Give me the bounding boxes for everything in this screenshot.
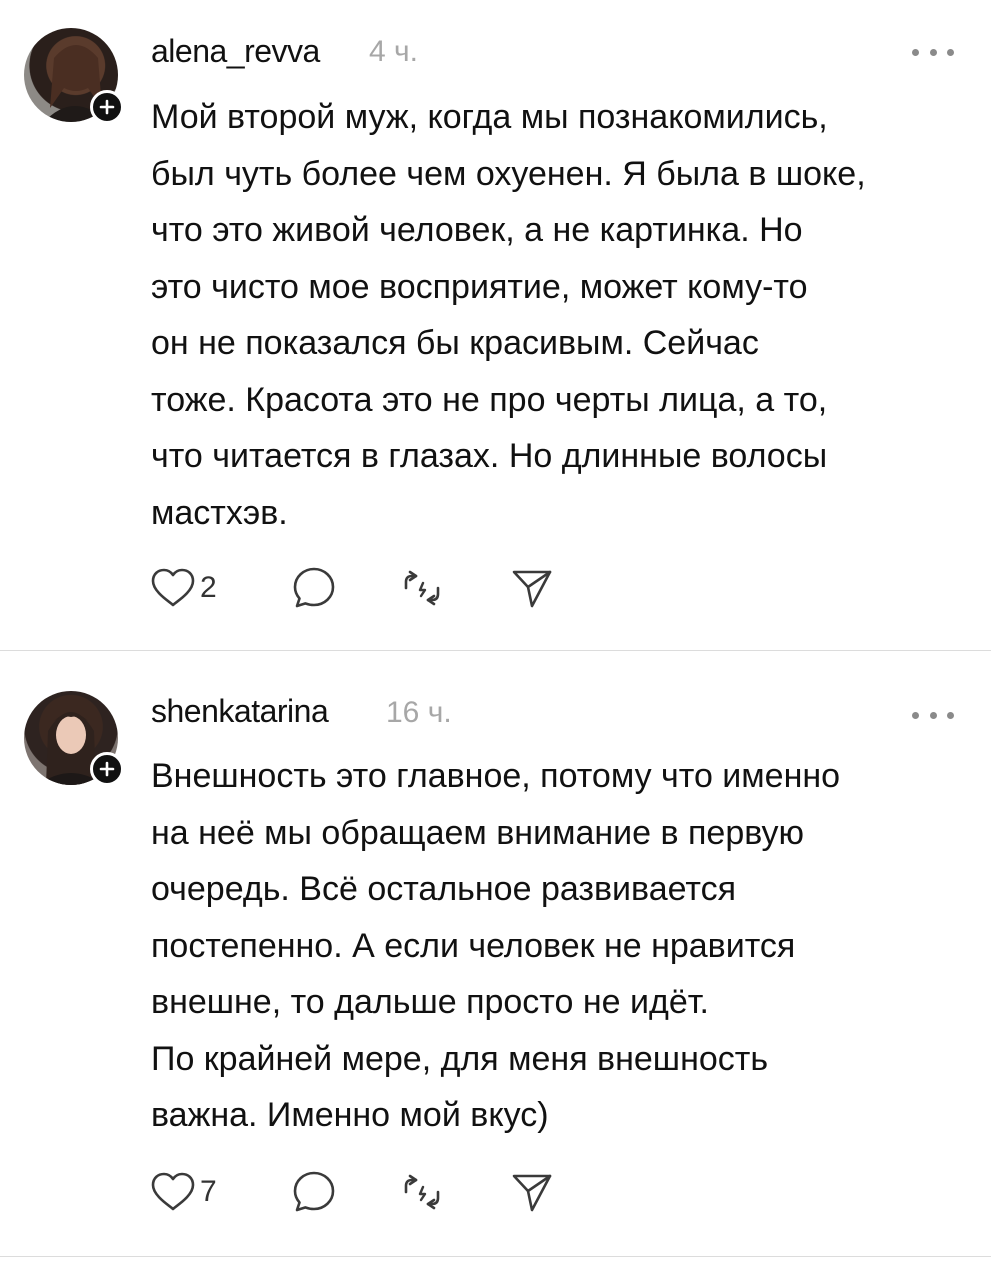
repost-icon xyxy=(404,570,440,606)
comment-bubble-icon xyxy=(293,567,335,608)
send-icon xyxy=(512,1174,552,1212)
share-button[interactable] xyxy=(510,566,554,610)
follow-button[interactable] xyxy=(90,90,124,124)
ellipsis-icon xyxy=(912,48,919,56)
comment-bubble-icon xyxy=(293,1171,335,1212)
reply-button[interactable] xyxy=(292,1170,336,1214)
like-count: 2 xyxy=(200,571,217,604)
heart-icon xyxy=(151,568,195,607)
share-button[interactable] xyxy=(510,1170,554,1214)
plus-icon xyxy=(99,761,115,777)
username[interactable]: shenkatarina xyxy=(151,693,329,730)
repost-icon xyxy=(404,1174,440,1210)
ellipsis-dot xyxy=(929,48,937,56)
ellipsis-dot xyxy=(929,711,937,719)
like-button[interactable]: 7 xyxy=(150,1170,217,1214)
follow-button[interactable] xyxy=(90,752,124,786)
more-options-button[interactable] xyxy=(912,709,954,721)
repost-button[interactable] xyxy=(400,1170,444,1214)
reply-button[interactable] xyxy=(292,566,336,610)
like-count: 7 xyxy=(200,1175,217,1208)
post-shenkatarina: shenkatarina 16 ч. Внешность это главное… xyxy=(0,651,991,1256)
post-timestamp: 4 ч. xyxy=(369,35,418,68)
heart-icon xyxy=(151,1172,195,1211)
plus-icon xyxy=(99,99,115,115)
like-button[interactable]: 2 xyxy=(150,566,217,610)
post-text: Мой второй муж, когда мы познакомились, … xyxy=(151,98,866,532)
send-icon xyxy=(512,570,552,608)
post-alena-revva: alena_revva 4 ч. Мой второй муж, когда м… xyxy=(0,0,991,650)
more-options-button[interactable] xyxy=(912,46,954,58)
repost-button[interactable] xyxy=(400,566,444,610)
ellipsis-icon xyxy=(912,711,919,719)
username[interactable]: alena_revva xyxy=(151,33,320,70)
ellipsis-dot xyxy=(947,48,954,56)
post-text: Внешность это главное, потому что именно… xyxy=(151,757,841,1134)
ellipsis-dot xyxy=(947,711,954,719)
post-timestamp: 16 ч. xyxy=(386,696,452,729)
post-divider xyxy=(0,1256,991,1257)
